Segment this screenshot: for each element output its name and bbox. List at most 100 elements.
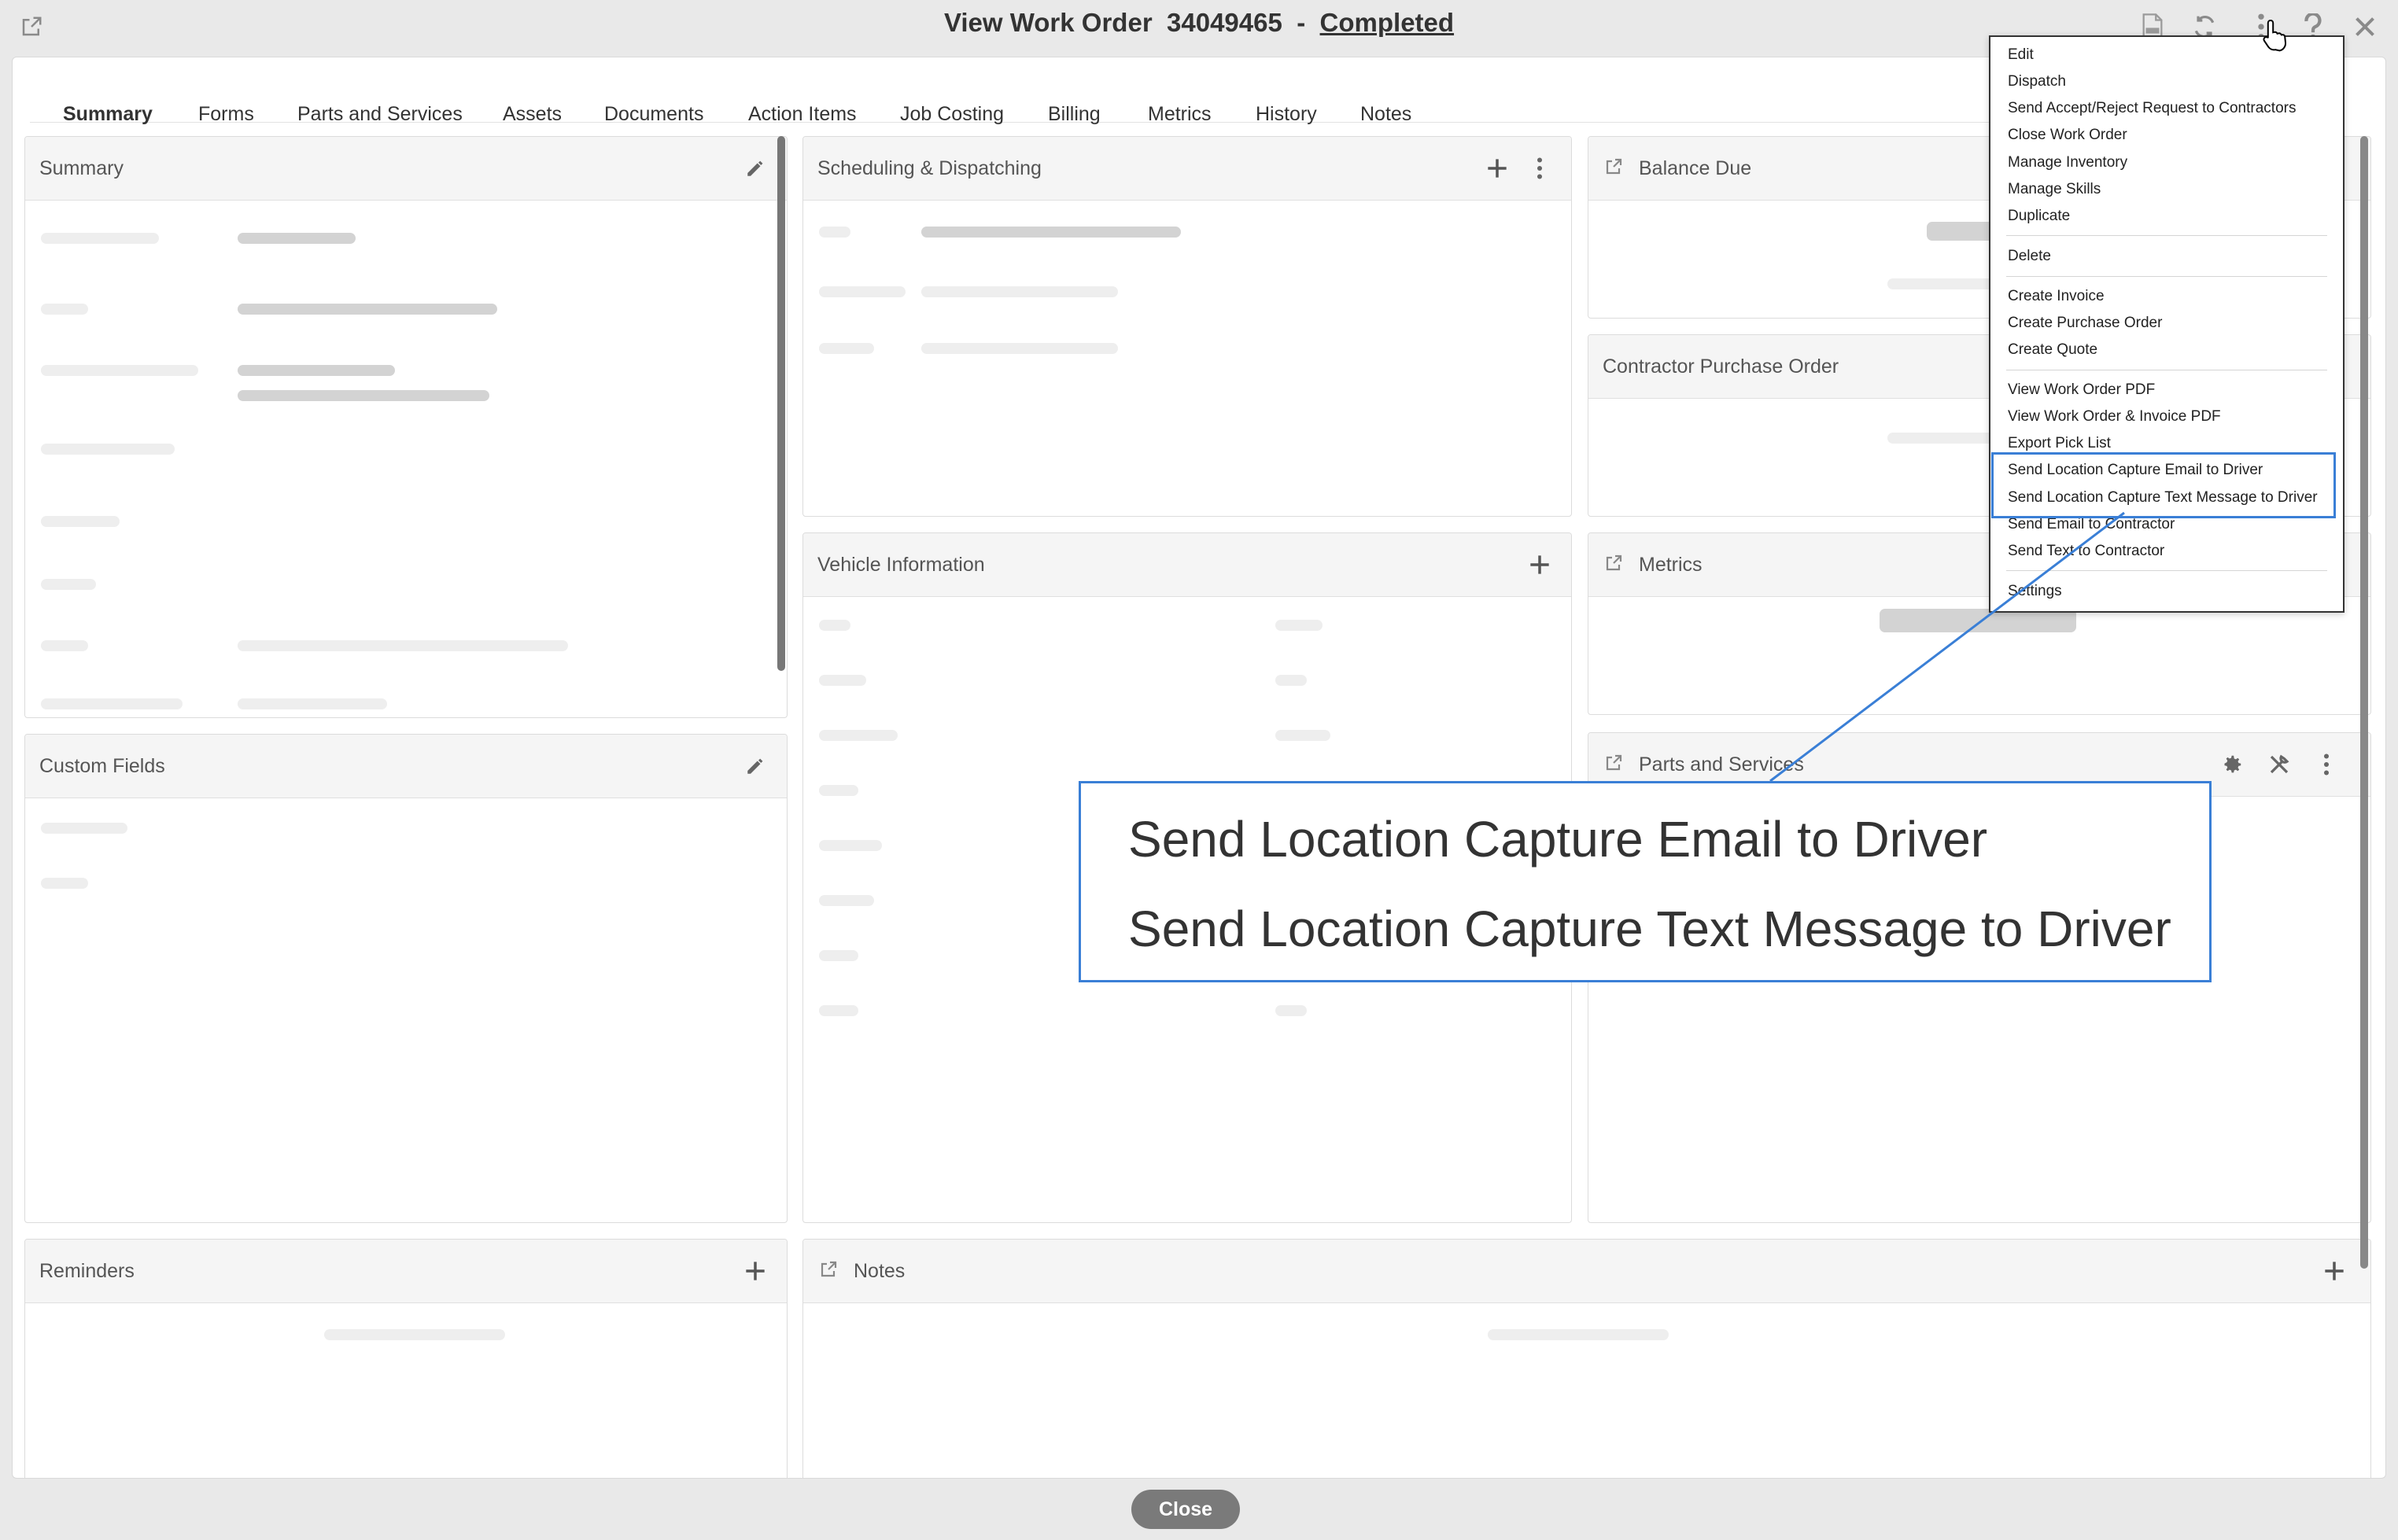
scheduling-dispatching-panel: Scheduling & Dispatching xyxy=(802,136,1572,517)
menu-divider xyxy=(2006,235,2327,236)
page-title: View Work Order 34049465 - Completed xyxy=(0,8,2398,38)
blurred-value xyxy=(238,365,395,376)
blurred-value xyxy=(238,390,489,401)
edit-pencil-icon[interactable] xyxy=(740,153,771,184)
menu-item-duplicate[interactable]: Duplicate xyxy=(2008,208,2070,225)
add-icon[interactable] xyxy=(1481,153,1513,184)
blurred-field xyxy=(819,840,882,851)
blurred-value xyxy=(921,227,1181,238)
open-external-icon[interactable] xyxy=(1604,554,1625,574)
reminders-header: Reminders xyxy=(25,1240,787,1303)
blurred-field xyxy=(819,730,898,741)
add-icon[interactable] xyxy=(2319,1255,2350,1287)
reminders-panel: Reminders xyxy=(24,1239,788,1478)
open-external-icon[interactable] xyxy=(1604,753,1625,774)
blurred-field xyxy=(819,785,858,796)
close-icon[interactable] xyxy=(2349,11,2381,42)
menu-item-manage-skills[interactable]: Manage Skills xyxy=(2008,181,2101,198)
summary-panel: Summary xyxy=(24,136,788,718)
tab-billing[interactable]: Billing xyxy=(1048,103,1101,126)
blurred-field xyxy=(41,233,159,244)
blurred-field xyxy=(819,620,850,631)
open-external-icon[interactable] xyxy=(819,1260,839,1280)
actions-dropdown-menu: Edit Dispatch Send Accept/Reject Request… xyxy=(1989,35,2345,613)
close-button[interactable]: Close xyxy=(1131,1490,1240,1529)
title-separator: - xyxy=(1297,8,1306,37)
blurred-value xyxy=(238,698,387,709)
menu-item-dispatch[interactable]: Dispatch xyxy=(2008,73,2066,90)
menu-item-settings[interactable]: Settings xyxy=(2008,583,2062,600)
menu-item-edit[interactable]: Edit xyxy=(2008,46,2034,64)
tab-job-costing[interactable]: Job Costing xyxy=(900,103,1004,126)
menu-item-send-email-to-contractor[interactable]: Send Email to Contractor xyxy=(2008,516,2175,533)
more-options-icon[interactable] xyxy=(1524,153,1555,184)
blurred-field xyxy=(819,1005,858,1016)
summary-panel-header: Summary xyxy=(25,137,787,201)
zoom-line-text: Send Location Capture Text Message to Dr… xyxy=(1128,901,2171,957)
open-external-icon[interactable] xyxy=(1604,157,1625,178)
gear-icon[interactable] xyxy=(2216,749,2248,780)
tab-notes[interactable]: Notes xyxy=(1360,103,1411,126)
metrics-title: Metrics xyxy=(1639,554,1703,576)
notes-header: Notes xyxy=(803,1240,2370,1303)
menu-item-create-purchase-order[interactable]: Create Purchase Order xyxy=(2008,315,2162,332)
zoom-callout: Send Location Capture Email to Driver Se… xyxy=(1079,781,2212,982)
custom-fields-title: Custom Fields xyxy=(39,755,165,777)
notes-panel: Notes xyxy=(802,1239,2371,1478)
menu-item-view-work-order-invoice-pdf[interactable]: View Work Order & Invoice PDF xyxy=(2008,408,2221,426)
title-prefix: View Work Order xyxy=(943,8,1153,37)
summary-scrollbar[interactable] xyxy=(777,136,785,671)
menu-item-send-accept-reject[interactable]: Send Accept/Reject Request to Contractor… xyxy=(2008,100,2296,117)
tab-assets[interactable]: Assets xyxy=(503,103,562,126)
blurred-field xyxy=(41,444,175,455)
blurred-field xyxy=(819,286,906,297)
blurred-field xyxy=(41,640,88,651)
blurred-value xyxy=(1275,1005,1307,1016)
status-link[interactable]: Completed xyxy=(1320,8,1455,37)
blurred-value xyxy=(1488,1329,1669,1340)
blurred-value xyxy=(1275,675,1307,686)
blurred-value xyxy=(324,1329,505,1340)
blurred-value xyxy=(921,343,1118,354)
tab-metrics[interactable]: Metrics xyxy=(1148,103,1212,126)
menu-item-send-text-to-contractor[interactable]: Send Text to Contractor xyxy=(2008,543,2164,560)
menu-item-create-quote[interactable]: Create Quote xyxy=(2008,341,2097,359)
menu-divider xyxy=(2006,276,2327,277)
edit-pencil-icon[interactable] xyxy=(740,750,771,782)
blurred-value xyxy=(1275,620,1323,631)
summary-panel-title: Summary xyxy=(39,157,124,179)
tab-forms[interactable]: Forms xyxy=(198,103,254,126)
add-icon[interactable] xyxy=(1524,549,1555,580)
tab-parts-and-services[interactable]: Parts and Services xyxy=(297,103,463,126)
blurred-field xyxy=(819,895,874,906)
page-scrollbar[interactable] xyxy=(2360,136,2368,1269)
tab-bar: Summary Forms Parts and Services Assets … xyxy=(30,78,2233,142)
zoom-line-email: Send Location Capture Email to Driver xyxy=(1128,811,1988,868)
blurred-field xyxy=(819,950,858,961)
contractor-po-title: Contractor Purchase Order xyxy=(1603,356,1839,378)
custom-fields-header: Custom Fields xyxy=(25,735,787,798)
scheduling-panel-title: Scheduling & Dispatching xyxy=(817,157,1042,179)
blurred-value xyxy=(238,304,497,315)
add-icon[interactable] xyxy=(740,1255,771,1287)
menu-item-create-invoice[interactable]: Create Invoice xyxy=(2008,288,2105,305)
menu-item-export-pick-list[interactable]: Export Pick List xyxy=(2008,435,2111,452)
menu-item-manage-inventory[interactable]: Manage Inventory xyxy=(2008,154,2127,171)
tab-history[interactable]: History xyxy=(1256,103,1317,126)
blurred-value xyxy=(921,286,1118,297)
menu-item-delete[interactable]: Delete xyxy=(2008,248,2051,265)
reminders-title: Reminders xyxy=(39,1260,135,1282)
menu-item-view-work-order-pdf[interactable]: View Work Order PDF xyxy=(2008,381,2155,399)
tab-summary[interactable]: Summary xyxy=(63,103,153,126)
tab-action-items[interactable]: Action Items xyxy=(748,103,857,126)
vehicle-info-title: Vehicle Information xyxy=(817,554,985,576)
blurred-field xyxy=(819,343,874,354)
blurred-field xyxy=(819,227,850,238)
tab-documents[interactable]: Documents xyxy=(604,103,703,126)
blurred-field xyxy=(41,698,183,709)
blurred-field xyxy=(41,823,127,834)
menu-item-close-work-order[interactable]: Close Work Order xyxy=(2008,127,2127,144)
blurred-field xyxy=(819,675,866,686)
tools-icon[interactable] xyxy=(2263,749,2295,780)
more-options-icon[interactable] xyxy=(2311,749,2342,780)
